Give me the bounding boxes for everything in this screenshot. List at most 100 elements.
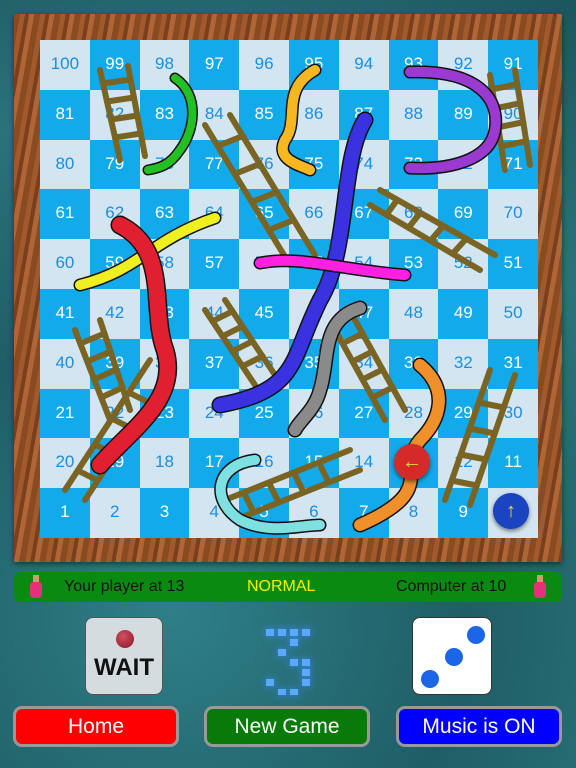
led-dot (290, 659, 298, 666)
board-square: 33 (388, 338, 439, 389)
board-square: 32 (438, 338, 489, 389)
board-square: 11 (488, 438, 538, 489)
board-square: 96 (239, 40, 289, 90)
led-dot (266, 629, 274, 636)
die-pip (421, 670, 439, 688)
led-dot (290, 629, 298, 636)
led-dot (302, 629, 310, 636)
board-square: 20 (40, 438, 90, 489)
board-square: 3 (139, 488, 190, 538)
board-square: 81 (40, 89, 90, 140)
board-square: 86 (288, 89, 339, 140)
board-square: 18 (139, 438, 190, 489)
board-square: 71 (488, 139, 538, 190)
led-dot (290, 689, 298, 695)
board-square: 99 (89, 40, 140, 90)
last-roll-digit (266, 629, 310, 695)
board-square: 28 (388, 388, 439, 439)
board-square: 97 (189, 40, 240, 90)
board-square: 93 (388, 40, 439, 90)
board-square: 74 (338, 139, 389, 190)
board-square: 85 (239, 89, 289, 140)
new-game-button[interactable]: New Game (204, 706, 370, 747)
led-dot (266, 679, 274, 686)
board-square: 23 (139, 388, 190, 439)
board-square: 6 (288, 488, 339, 538)
arrow-left-icon: ← (402, 450, 422, 473)
board-square: 60 (40, 239, 90, 289)
board-square: 48 (388, 288, 439, 339)
wait-label: WAIT (94, 654, 154, 681)
home-button[interactable]: Home (13, 706, 179, 747)
board-square: 61 (40, 189, 90, 240)
board-square: 54 (338, 239, 389, 289)
led-dot (302, 669, 310, 676)
board-square: 64 (189, 189, 240, 240)
board-square: 87 (338, 89, 389, 140)
game-board: 100 99 98 97 96 95 94 93 92 91 81 82 83 84 85 86 87 88 89 9… (40, 40, 538, 538)
board-square: 46 (288, 288, 339, 339)
board-square: 25 (239, 388, 289, 439)
die-pip (445, 648, 463, 666)
board-square: 7 (338, 488, 389, 538)
board-square: 66 (288, 189, 339, 240)
board-square: 42 (89, 288, 140, 339)
wait-indicator: WAIT (85, 617, 163, 695)
board-square: 79 (89, 139, 140, 190)
music-toggle-button[interactable]: Music is ON (396, 706, 562, 747)
board-square: 83 (139, 89, 190, 140)
board-square: 82 (89, 89, 140, 140)
board-square: 77 (189, 139, 240, 190)
board-square: 80 (40, 139, 90, 190)
board-square: 100 (40, 40, 90, 90)
board-square: 51 (488, 239, 538, 289)
board-square: 31 (488, 338, 538, 389)
board-square: 44 (189, 288, 240, 339)
board-square: 2 (89, 488, 140, 538)
board-square: 8 (388, 488, 439, 538)
player-piece: ← (394, 444, 430, 480)
board-square: 34 (338, 338, 389, 389)
board-square: 30 (488, 388, 538, 439)
led-dot (302, 679, 310, 686)
die-pip (467, 626, 485, 644)
board-square: 58 (139, 239, 190, 289)
computer-piece: ↑ (493, 493, 529, 529)
board-square: 56 (239, 239, 289, 289)
board-square: 40 (40, 338, 90, 389)
led-dot (278, 629, 286, 636)
board-square: 36 (239, 338, 289, 389)
board-square: 88 (388, 89, 439, 140)
board-square: 98 (139, 40, 190, 90)
wait-light-icon (116, 630, 134, 648)
board-square: 62 (89, 189, 140, 240)
dice[interactable] (412, 617, 492, 695)
board-square: 4 (189, 488, 240, 538)
board-square: 29 (438, 388, 489, 439)
board-square: 73 (388, 139, 439, 190)
board-square: 38 (139, 338, 190, 389)
board-square: 59 (89, 239, 140, 289)
board-square: 70 (488, 189, 538, 240)
board-square: 41 (40, 288, 90, 339)
board-square: 39 (89, 338, 140, 389)
board-square: 27 (338, 388, 389, 439)
board-square: 78 (139, 139, 190, 190)
board-square: 55 (288, 239, 339, 289)
board-square: 19 (89, 438, 140, 489)
board-square: 68 (388, 189, 439, 240)
board-square: 50 (488, 288, 538, 339)
board-square: 92 (438, 40, 489, 90)
led-dot (278, 689, 286, 695)
led-dot (278, 649, 286, 656)
board-square: 43 (139, 288, 190, 339)
player-status: Your player at 13 (64, 578, 185, 595)
board-square: 65 (239, 189, 289, 240)
board-square: 49 (438, 288, 489, 339)
board-square: 57 (189, 239, 240, 289)
led-dot (290, 639, 298, 646)
potion-icon (30, 575, 42, 599)
board-square: 26 (288, 388, 339, 439)
board-square: 47 (338, 288, 389, 339)
board-square: 76 (239, 139, 289, 190)
